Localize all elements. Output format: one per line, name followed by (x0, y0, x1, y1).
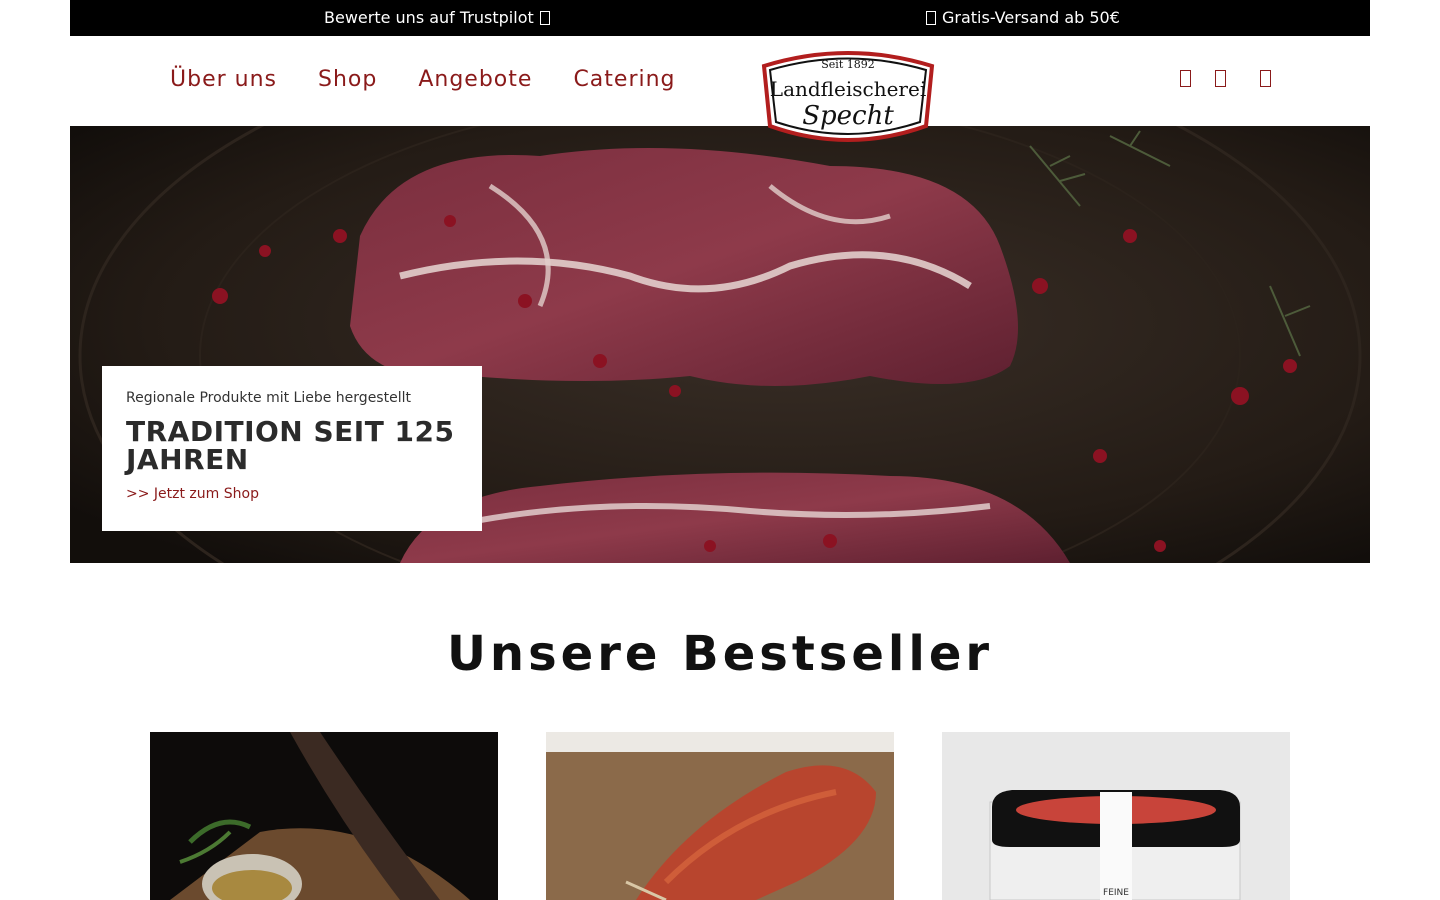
hero-subtitle: Regionale Produkte mit Liebe hergestellt (126, 390, 411, 406)
svg-text:Seit 1892: Seit 1892 (821, 58, 874, 71)
truck-icon (926, 11, 936, 25)
hero-title-line1: TRADITION SEIT 125 (126, 415, 455, 448)
main-nav: Über uns Shop Angebote Catering (170, 67, 717, 92)
hero-title-line2: JAHREN (126, 443, 249, 476)
product-card-jar[interactable]: FEINE (942, 732, 1290, 900)
shop-cta-link[interactable]: >> Jetzt zum Shop (126, 486, 458, 502)
svg-text:FEINE: FEINE (1103, 888, 1129, 898)
bestseller-grid: FEINE (150, 732, 1290, 900)
trustpilot-link[interactable]: Bewerte uns auf Trustpilot (324, 8, 556, 27)
hero-title: TRADITION SEIT 125 JAHREN (126, 418, 458, 474)
svg-text:Specht: Specht (802, 101, 894, 131)
product-image (546, 732, 894, 900)
account-icon[interactable] (1215, 70, 1226, 87)
product-image: FEINE (942, 732, 1290, 900)
nav-item-catering[interactable]: Catering (573, 67, 675, 92)
site-header: Über uns Shop Angebote Catering Seit 189… (70, 36, 1370, 142)
nav-item-shop[interactable]: Shop (318, 67, 377, 92)
bestseller-title: Unsere Bestseller (446, 626, 994, 682)
free-shipping-message: Gratis-Versand ab 50€ (920, 8, 1120, 27)
trustpilot-label: Bewerte uns auf Trustpilot (324, 8, 534, 27)
svg-text:Landfleischerei: Landfleischerei (770, 77, 926, 101)
product-card-salami-paprika[interactable] (546, 732, 894, 900)
product-card-salami-dried[interactable] (150, 732, 498, 900)
site-logo[interactable]: Seit 1892 Landfleischerei Specht (758, 44, 938, 150)
announcement-bar: Bewerte uns auf Trustpilot Gratis-Versan… (70, 0, 1370, 36)
free-shipping-label: Gratis-Versand ab 50€ (942, 8, 1120, 27)
hero-card: Regionale Produkte mit Liebe hergestellt… (102, 366, 482, 531)
star-icon (539, 11, 550, 25)
cart-icon[interactable] (1260, 70, 1271, 87)
header-icons (1180, 70, 1295, 87)
nav-item-angebote[interactable]: Angebote (418, 67, 532, 92)
product-image (150, 732, 498, 900)
search-icon[interactable] (1180, 70, 1191, 87)
nav-item-ueber-uns[interactable]: Über uns (170, 67, 277, 92)
